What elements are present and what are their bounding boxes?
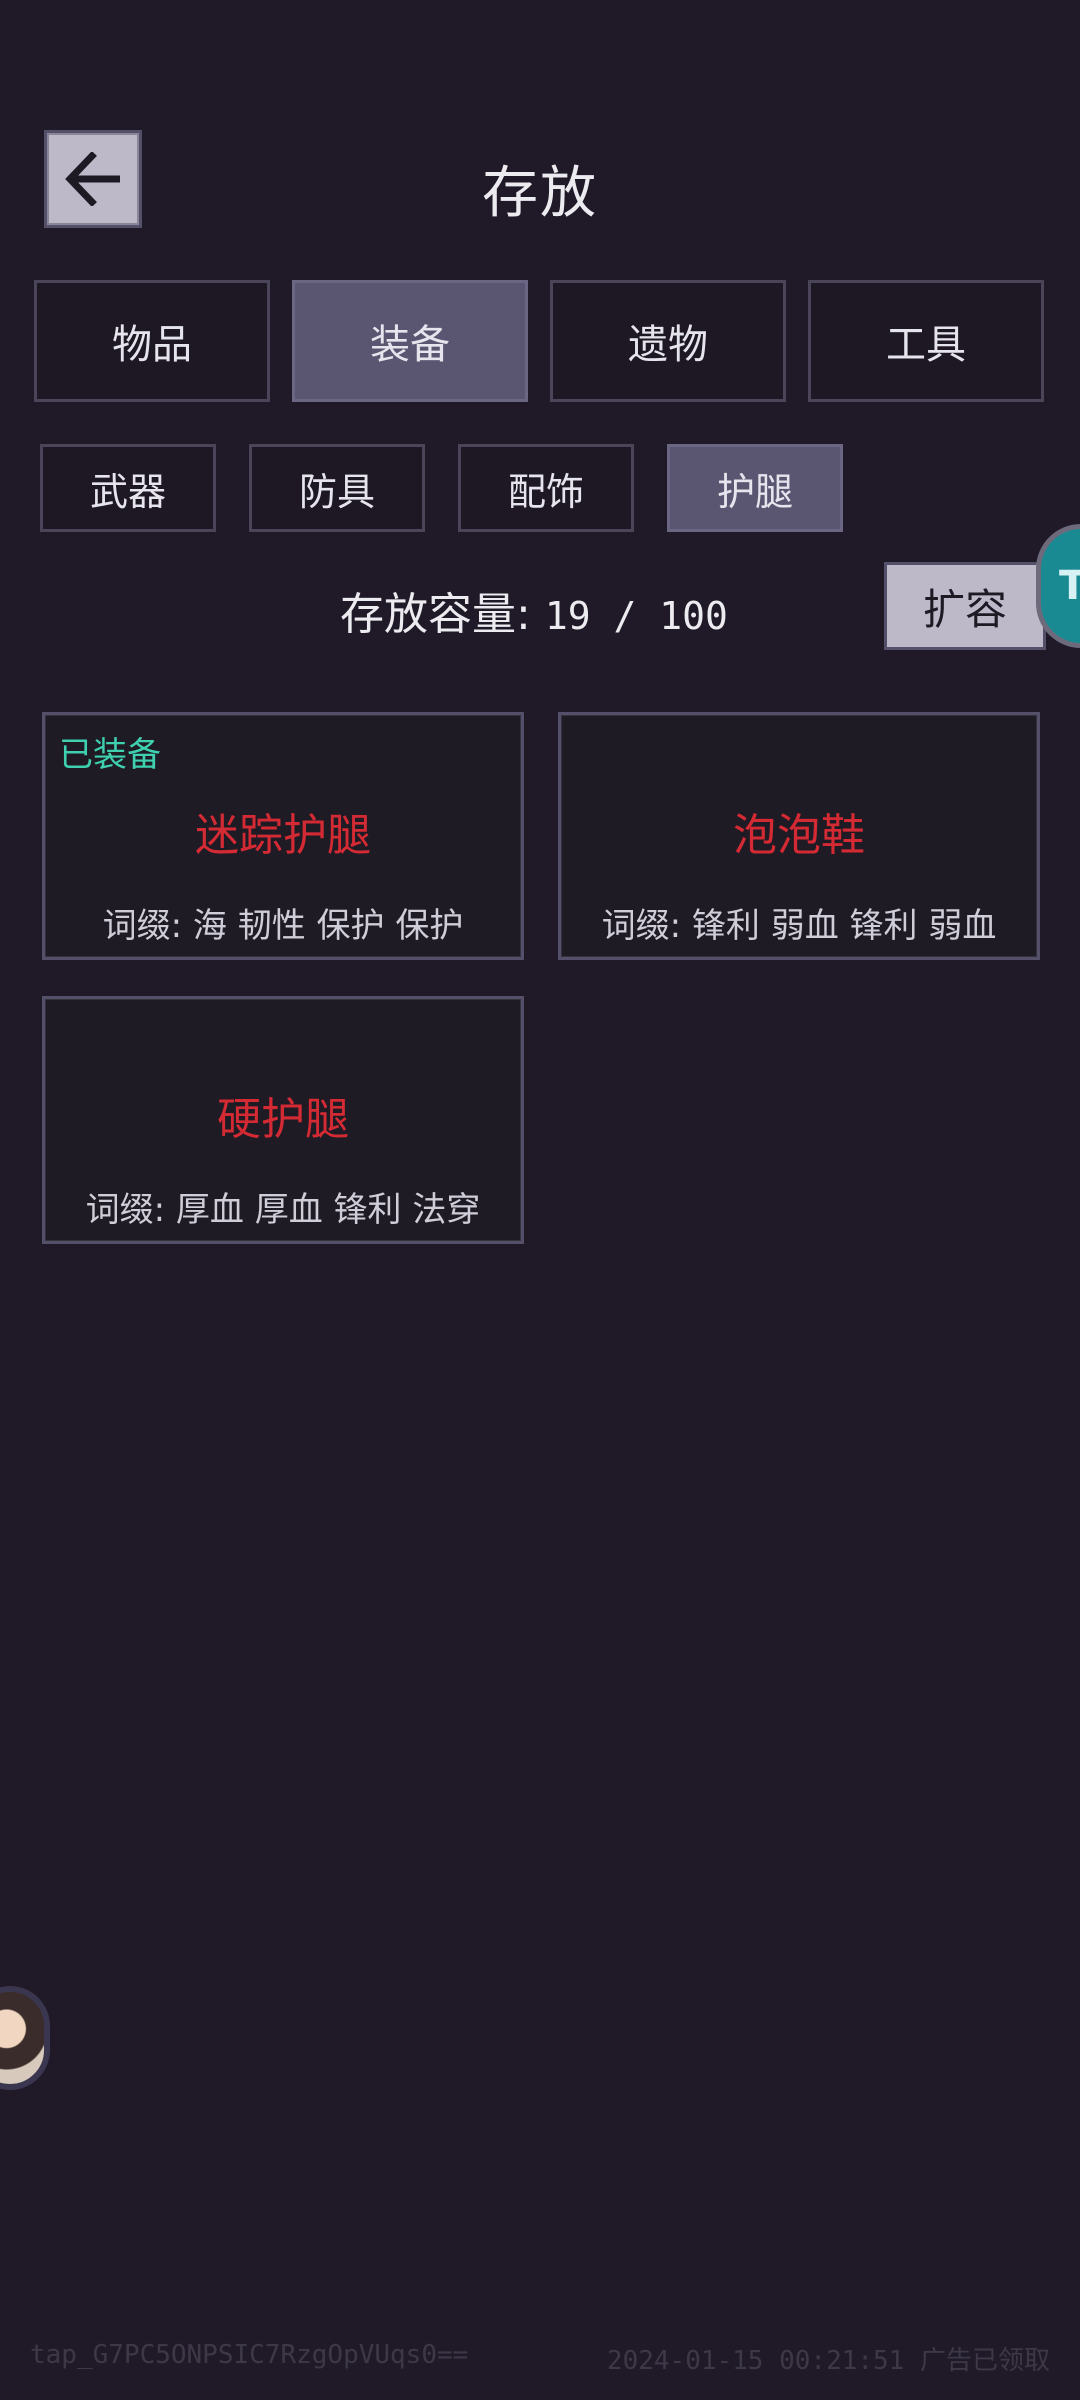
item-card[interactable]: 已装备 迷踪护腿 词缀: 海 韧性 保护 保护 [42, 712, 524, 960]
storage-screen: 存放 物品 装备 遗物 工具 武器 防具 配饰 护腿 存放容量: 19 / 10… [0, 0, 1080, 2400]
item-name: 迷踪护腿 [195, 810, 371, 861]
equipped-badge: 已装备 [59, 735, 161, 775]
subtab-armor[interactable]: 防具 [249, 444, 425, 532]
expand-capacity-button[interactable]: 扩容 [884, 562, 1046, 650]
storage-capacity-value: 19 / 100 [544, 594, 728, 638]
item-name: 硬护腿 [217, 1094, 349, 1145]
item-card[interactable]: 硬护腿 词缀: 厚血 厚血 锋利 法穿 [42, 996, 524, 1244]
tab-relics[interactable]: 遗物 [550, 280, 786, 402]
subtab-accessories[interactable]: 配饰 [458, 444, 634, 532]
footer-id-text: tap_G7PC5ONPSIC7RzgOpVUqs0== [30, 2340, 469, 2370]
item-affixes: 词缀: 厚血 厚血 锋利 法穿 [85, 1190, 481, 1230]
item-card[interactable]: 泡泡鞋 词缀: 锋利 弱血 锋利 弱血 [558, 712, 1040, 960]
category-tabs: 物品 装备 遗物 工具 [34, 280, 1046, 402]
tab-items[interactable]: 物品 [34, 280, 270, 402]
page-title: 存放 [482, 161, 598, 226]
storage-capacity: 存放容量: 19 / 100 [340, 578, 728, 642]
item-affixes: 词缀: 海 韧性 保护 保护 [102, 906, 464, 946]
storage-capacity-label: 存放容量: [340, 589, 531, 640]
tab-tools[interactable]: 工具 [808, 280, 1044, 402]
equipment-subtabs: 武器 防具 配饰 护腿 [40, 444, 843, 532]
subtab-weapons[interactable]: 武器 [40, 444, 216, 532]
floating-avatar[interactable] [0, 1986, 50, 2090]
tab-equipment[interactable]: 装备 [292, 280, 528, 402]
subtab-leg-guards[interactable]: 护腿 [667, 444, 843, 532]
item-affixes: 词缀: 锋利 弱血 锋利 弱血 [601, 906, 997, 946]
footer-timestamp: 2024-01-15 00:21:51 广告已领取 [606, 2346, 1050, 2376]
item-name: 泡泡鞋 [733, 810, 865, 861]
